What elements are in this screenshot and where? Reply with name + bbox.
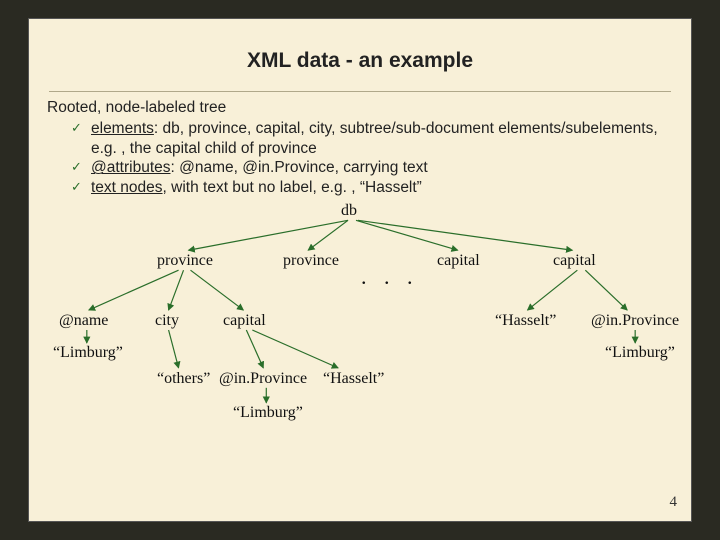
bullet-item: elements: db, province, capital, city, s… <box>71 119 673 159</box>
bullet-underline: @attributes <box>91 159 171 176</box>
bullet-underline: text nodes <box>91 179 163 196</box>
lead-text: Rooted, node-labeled tree <box>47 98 673 118</box>
node-city: city <box>155 312 179 330</box>
node-inprovince-right: @in.Province <box>591 312 679 330</box>
content-block: Rooted, node-labeled tree elements: db, … <box>29 92 691 198</box>
ellipsis: . . . <box>361 264 419 290</box>
node-province-1: province <box>157 252 213 270</box>
node-limburg-right: “Limburg” <box>605 344 675 362</box>
node-hasselt-right: “Hasselt” <box>495 312 556 330</box>
bullet-text: : @name, @in.Province, carrying text <box>171 159 428 176</box>
bullet-text: : db, province, capital, city, subtree/s… <box>91 120 658 157</box>
node-inprovince-lower: @in.Province <box>219 370 307 388</box>
node-others: “others” <box>157 370 210 388</box>
bullet-underline: elements <box>91 120 154 137</box>
node-limburg-left: “Limburg” <box>53 344 123 362</box>
node-capital-child: capital <box>223 312 266 330</box>
node-hasselt-lower: “Hasselt” <box>323 370 384 388</box>
slide-title: XML data - an example <box>29 19 691 91</box>
bullet-text: , with text but no label, e.g. , “Hassel… <box>163 179 422 196</box>
node-capital-2: capital <box>553 252 596 270</box>
bullet-item: @attributes: @name, @in.Province, carryi… <box>71 158 673 178</box>
bullet-list: elements: db, province, capital, city, s… <box>47 119 673 198</box>
page-number: 4 <box>670 494 678 511</box>
tree-diagram: db province province capital capital . .… <box>29 198 691 458</box>
node-limburg-lower: “Limburg” <box>233 404 303 422</box>
node-province-2: province <box>283 252 339 270</box>
node-root: db <box>341 202 357 220</box>
node-capital-1: capital <box>437 252 480 270</box>
bullet-item: text nodes, with text but no label, e.g.… <box>71 178 673 198</box>
node-name-attr: @name <box>59 312 108 330</box>
slide: XML data - an example Rooted, node-label… <box>28 18 692 522</box>
